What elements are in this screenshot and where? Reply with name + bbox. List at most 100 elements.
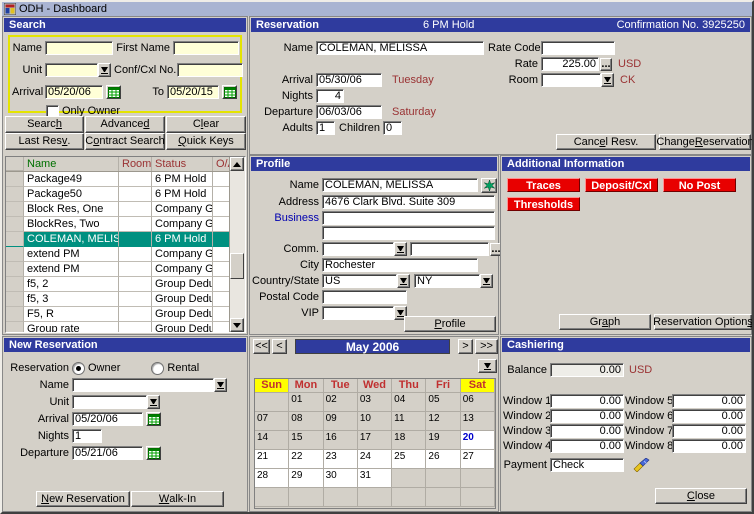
business-input[interactable] xyxy=(322,211,495,225)
graph-button[interactable]: Graph xyxy=(559,314,651,330)
window-amount-field[interactable]: 0.00 xyxy=(672,439,746,453)
window-amount-field[interactable]: 0.00 xyxy=(550,424,624,438)
adults-input[interactable]: 1 xyxy=(316,121,335,135)
calendar-day-cell[interactable]: 10 xyxy=(358,412,392,431)
newres-unit-input[interactable] xyxy=(72,395,147,409)
search-arrival-input[interactable]: 05/20/06 xyxy=(45,85,103,99)
table-row[interactable]: BlockRes, Two Company Guara xyxy=(6,217,245,232)
res-departure-input[interactable]: 06/03/06 xyxy=(316,105,382,119)
table-row[interactable]: Block Res, One Company Guara xyxy=(6,202,245,217)
calendar-day-cell[interactable]: 21 xyxy=(255,450,289,469)
calendar-day-cell[interactable]: 14 xyxy=(255,431,289,450)
alert-button[interactable]: Thresholds xyxy=(507,197,580,211)
address-input[interactable]: 4676 Clark Blvd. Suite 309 xyxy=(322,195,495,209)
last-resv-button[interactable]: Last Resv. xyxy=(5,133,84,150)
row-selector-cell[interactable] xyxy=(6,322,24,333)
newres-arrival-input[interactable]: 05/20/06 xyxy=(72,412,143,426)
calendar-day-cell[interactable]: 31 xyxy=(358,469,392,488)
business-label[interactable]: Business xyxy=(252,212,319,224)
calendar-day-cell[interactable]: 16 xyxy=(324,431,358,450)
arrival-calendar-button[interactable] xyxy=(106,85,121,99)
prev-month-button[interactable]: < xyxy=(272,339,287,354)
calendar-day-cell[interactable]: 13 xyxy=(461,412,495,431)
to-calendar-button[interactable] xyxy=(222,85,237,99)
owner-radio-label[interactable]: Owner xyxy=(88,362,120,374)
close-button[interactable]: Close xyxy=(655,488,747,504)
calendar-day-cell[interactable]: 25 xyxy=(392,450,426,469)
table-row[interactable]: Package50 6 PM Hold xyxy=(6,187,245,202)
calendar-day-cell[interactable] xyxy=(255,393,289,412)
row-selector-cell[interactable] xyxy=(6,202,24,217)
table-row[interactable]: extend PM Company Guara xyxy=(6,262,245,277)
window-amount-field[interactable]: 0.00 xyxy=(550,394,624,408)
profile-lookup-button[interactable] xyxy=(481,178,497,193)
search-name-input[interactable] xyxy=(45,41,113,55)
calendar-day-cell[interactable]: 07 xyxy=(255,412,289,431)
calendar-day-cell[interactable]: 20 xyxy=(461,431,495,450)
alert-button[interactable]: No Post xyxy=(663,178,736,192)
postal-code-input[interactable] xyxy=(322,290,407,304)
row-selector-cell[interactable] xyxy=(6,232,24,247)
calendar-day-cell[interactable] xyxy=(358,488,392,507)
calendar-day-cell[interactable] xyxy=(324,488,358,507)
state-dropdown-button[interactable] xyxy=(480,274,493,288)
comm-dropdown-button[interactable] xyxy=(394,242,407,256)
rate-code-input[interactable] xyxy=(541,41,615,55)
table-row[interactable]: extend PM Company Guara xyxy=(6,247,245,262)
search-button[interactable]: Search xyxy=(5,116,84,133)
window-amount-field[interactable]: 0.00 xyxy=(672,394,746,408)
column-header-status[interactable]: Status xyxy=(152,157,213,171)
table-row[interactable]: COLEMAN, MELISSA 6 PM Hold xyxy=(6,232,245,247)
res-arrival-input[interactable]: 05/30/06 xyxy=(316,73,382,87)
window-amount-field[interactable]: 0.00 xyxy=(550,409,624,423)
table-scrollbar[interactable] xyxy=(229,157,245,332)
clear-button[interactable]: Clear xyxy=(166,116,246,133)
search-first-name-input[interactable] xyxy=(173,41,239,55)
calendar-day-cell[interactable]: 03 xyxy=(358,393,392,412)
calendar-day-cell[interactable]: 29 xyxy=(289,469,323,488)
newres-departure-input[interactable]: 05/21/06 xyxy=(72,446,143,460)
calendar-day-cell[interactable] xyxy=(461,488,495,507)
comm-type-input[interactable] xyxy=(322,242,394,256)
owner-radio[interactable] xyxy=(72,362,85,375)
newres-name-input[interactable] xyxy=(72,378,214,392)
column-header-oa[interactable]: O/A xyxy=(213,157,230,171)
address2-input[interactable] xyxy=(322,226,495,240)
calendar-day-cell[interactable]: 11 xyxy=(392,412,426,431)
country-input[interactable]: US xyxy=(322,274,397,288)
calendar-day-cell[interactable] xyxy=(426,469,460,488)
rental-radio-label[interactable]: Rental xyxy=(167,362,199,374)
search-unit-input[interactable] xyxy=(45,63,98,77)
rental-radio[interactable] xyxy=(151,362,164,375)
calendar-day-cell[interactable]: 24 xyxy=(358,450,392,469)
newres-nights-input[interactable]: 1 xyxy=(72,429,102,443)
search-conf-input[interactable] xyxy=(177,63,243,77)
row-selector-cell[interactable] xyxy=(6,217,24,232)
cancel-resv-button[interactable]: Cancel Resv. xyxy=(556,134,656,150)
scroll-up-button[interactable] xyxy=(230,157,244,171)
city-input[interactable]: Rochester xyxy=(322,258,478,272)
contract-search-button[interactable]: Contract Search xyxy=(85,133,165,150)
children-input[interactable]: 0 xyxy=(383,121,402,135)
calendar-day-cell[interactable] xyxy=(255,488,289,507)
table-row[interactable]: f5, 2 Group Deduct xyxy=(6,277,245,292)
row-selector-cell[interactable] xyxy=(6,247,24,262)
res-nights-input[interactable]: 4 xyxy=(316,89,344,103)
walk-in-button[interactable]: Walk-In xyxy=(131,491,224,507)
reservation-options-button[interactable]: Reservation Options xyxy=(654,314,752,330)
comm-value-input[interactable] xyxy=(410,242,489,256)
window-amount-field[interactable]: 0.00 xyxy=(672,424,746,438)
rate-input[interactable]: 225.00 xyxy=(541,57,599,71)
calendar-view-dropdown[interactable] xyxy=(478,359,497,373)
calendar-day-cell[interactable]: 08 xyxy=(289,412,323,431)
scroll-down-button[interactable] xyxy=(230,318,244,332)
calendar-day-cell[interactable] xyxy=(392,469,426,488)
scrollbar-thumb[interactable] xyxy=(230,253,244,279)
res-name-input[interactable]: COLEMAN, MELISSA xyxy=(316,41,484,55)
calendar-day-cell[interactable]: 04 xyxy=(392,393,426,412)
window-amount-field[interactable]: 0.00 xyxy=(550,439,624,453)
country-dropdown-button[interactable] xyxy=(397,274,410,288)
change-reservation-button[interactable]: Change Reservation xyxy=(659,134,751,150)
calendar-day-cell[interactable]: 26 xyxy=(426,450,460,469)
calendar-day-cell[interactable]: 19 xyxy=(426,431,460,450)
